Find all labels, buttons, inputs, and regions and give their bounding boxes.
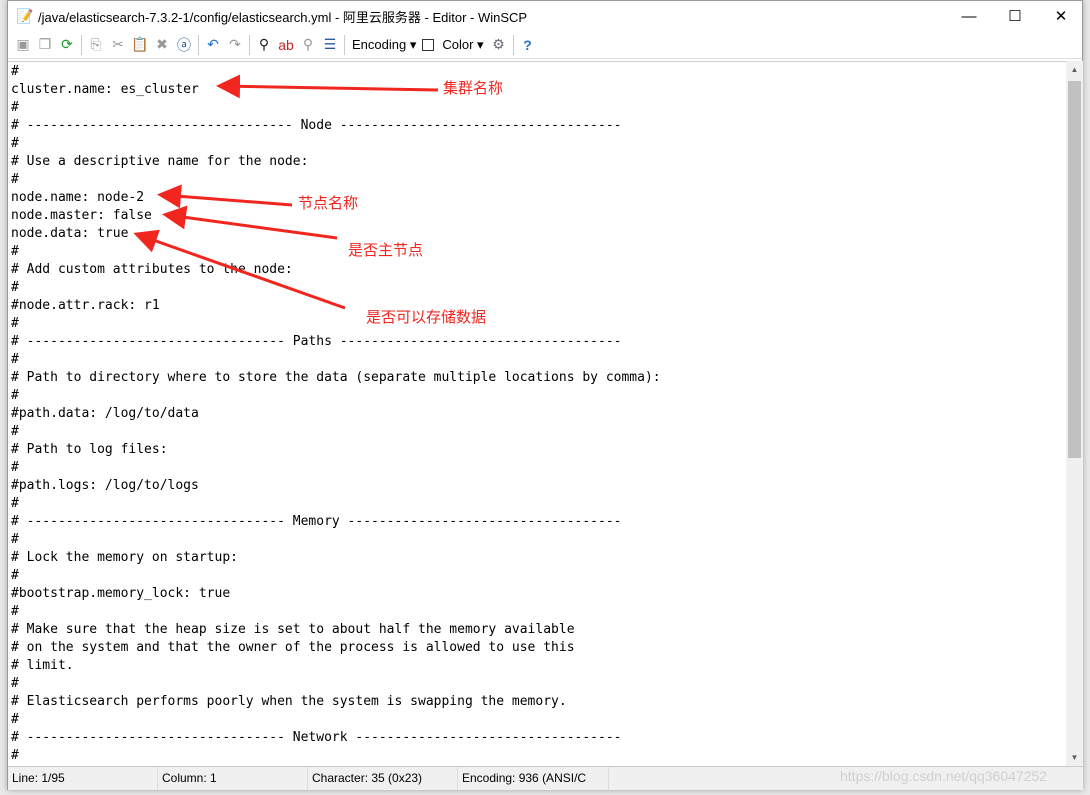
annotation-node-master: 是否主节点 [348,242,424,259]
annotation-arrows [133,74,439,310]
annotation-node-name: 节点名称 [298,195,359,212]
arrow-cluster-name [216,74,439,99]
arrow-node-master [162,205,338,240]
arrow-node-name [157,184,293,209]
annotation-cluster-name: 集群名称 [443,80,504,97]
arrow-node-data [133,229,346,310]
annotation-node-data: 是否可以存储数据 [366,309,487,326]
